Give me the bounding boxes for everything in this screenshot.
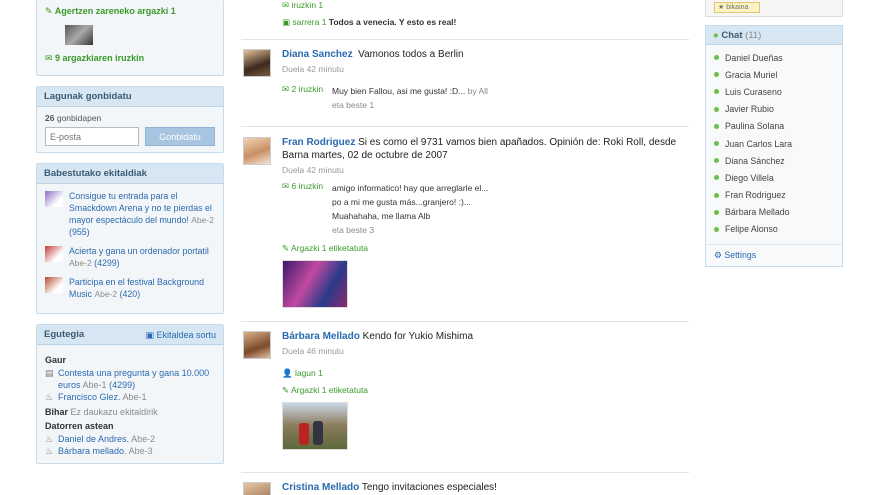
invite-count: 26 gonbidapen <box>45 113 102 123</box>
sponsored-event[interactable]: Consigue tu entrada para el Smackdown Ar… <box>45 190 215 238</box>
online-icon: ● <box>713 30 719 41</box>
online-status-icon <box>714 209 719 215</box>
online-status-icon <box>714 141 719 147</box>
chat-user[interactable]: Daniel Dueñas <box>714 49 834 66</box>
next-week-label: Datorren astean <box>45 421 114 431</box>
comment-count-link[interactable]: ✉ 6 iruzkin <box>282 181 332 237</box>
chat-user[interactable]: Fran Rodriguez <box>714 187 834 204</box>
post-time: Duela 42 minutu <box>282 64 344 74</box>
chat-user[interactable]: Gracia Muriel <box>714 66 834 83</box>
online-status-icon <box>714 175 719 181</box>
online-status-icon <box>714 158 719 164</box>
chat-box: ● Chat (11) Daniel Dueñas Gracia Muriel Lu… <box>705 25 843 268</box>
calendar-event[interactable]: ♨ Daniel de Andres. Abe-2 <box>45 433 215 445</box>
appears-in-photo-link[interactable]: ✎ Agertzen zareneko argazki 1 <box>45 6 215 17</box>
post-title: Diana Sanchez Vamonos todos a Berlin <box>282 49 464 60</box>
online-status-icon <box>714 226 719 232</box>
online-status-icon <box>714 192 719 198</box>
chat-settings-link[interactable]: ⚙ Settings <box>706 244 842 266</box>
photo-thumbnail[interactable] <box>65 25 93 45</box>
sponsored-events-title: Babestutako ekitaldiak <box>37 164 223 184</box>
calendar-event[interactable]: ♨ Bárbara mellado. Abe-3 <box>45 445 215 457</box>
comment-preview: amigo informatico! hay que arreglarle el… <box>332 183 489 235</box>
email-field[interactable] <box>45 127 139 146</box>
avatar[interactable] <box>243 49 271 77</box>
chat-user[interactable]: Felipe Alonso <box>714 221 834 238</box>
feed-item: Bárbara Mellado Kendo for Yukio Mishima … <box>241 322 689 473</box>
chat-user[interactable]: Luis Curaseno <box>714 83 834 100</box>
chat-user[interactable]: Juan Carlos Lara <box>714 135 834 152</box>
feed-item: ✉ iruzkin 1 ▣ sarrera 1 Todos a venecia.… <box>241 0 689 40</box>
photo-thumbnail[interactable] <box>282 402 348 450</box>
post-title: Bárbara Mellado Kendo for Yukio Mishima <box>282 331 474 342</box>
birthday-icon: ♨ <box>45 446 54 456</box>
post-time: Duela 42 minutu <box>282 165 344 175</box>
comment-preview: Muy bien Fallou, asi me gusta! :D... by … <box>332 86 488 110</box>
tagged-photo-link[interactable]: ✎ Argazki 1 etiketatuta <box>282 243 689 254</box>
online-status-icon <box>714 55 719 61</box>
event-icon <box>45 191 63 207</box>
activity-feed: ✉ iruzkin 1 ▣ sarrera 1 Todos a venecia.… <box>241 0 689 495</box>
feed-item: Cristina Mellado Tengo invitaciones espe… <box>241 473 689 495</box>
invite-button[interactable]: Gonbidatu <box>145 127 215 146</box>
birthday-icon: ♨ <box>45 392 54 402</box>
online-status-icon <box>714 89 719 95</box>
tomorrow-label: Bihar Ez daukazu ekitaldirik <box>45 407 158 417</box>
event-icon <box>45 277 63 293</box>
online-status-icon <box>714 123 719 129</box>
chat-user[interactable]: Bárbara Mellado <box>714 204 834 221</box>
left-column: ✎ Agertzen zareneko argazki 1 ✉ 9 argazk… <box>36 0 224 474</box>
gear-icon: ⚙ <box>714 250 722 261</box>
sponsored-event[interactable]: Acierta y gana un ordenador portatil Abe… <box>45 245 215 269</box>
event-icon <box>45 246 63 262</box>
author-link[interactable]: Fran Rodriguez <box>282 137 355 148</box>
comment-count-link[interactable]: ✉ iruzkin 1 <box>282 0 689 11</box>
birthday-icon: ♨ <box>45 434 54 444</box>
entry-link[interactable]: ▣ sarrera 1 <box>282 17 326 27</box>
avatar[interactable] <box>243 331 271 359</box>
online-status-icon <box>714 106 719 112</box>
photo-thumbnail[interactable] <box>282 260 348 308</box>
chat-user[interactable]: Diego Villela <box>714 169 834 186</box>
right-column: ★ bikaina ● Chat (11) Daniel Dueñas Graci… <box>705 0 843 268</box>
author-link[interactable]: Diana Sanchez <box>282 49 353 60</box>
calendar-box: Egutegia ▣ Ekitaldea sortu Gaur ▤ Contest… <box>36 324 224 464</box>
sponsored-events-box: Babestutako ekitaldiak Consigue tu entra… <box>36 163 224 314</box>
chat-title[interactable]: ● Chat (11) <box>706 26 842 45</box>
invite-friends-title: Lagunak gonbidatu <box>37 87 223 107</box>
avatar[interactable] <box>243 137 271 165</box>
star-button[interactable]: ★ bikaina <box>714 2 760 13</box>
friend-link[interactable]: 👤 lagun 1 <box>282 368 689 379</box>
chat-user[interactable]: Diana Sánchez <box>714 152 834 169</box>
photo-summary-box: ✎ Agertzen zareneko argazki 1 ✉ 9 argazk… <box>36 0 224 76</box>
author-link[interactable]: Cristina Mellado <box>282 482 359 493</box>
post-time: Duela 46 minutu <box>282 346 344 356</box>
photo-comments-link[interactable]: ✉ 9 argazkiaren iruzkin <box>45 53 215 64</box>
comment-count-link[interactable]: ✉ 2 iruzkin <box>282 84 332 112</box>
tagged-photo-link[interactable]: ✎ Argazki 1 etiketatuta <box>282 385 689 396</box>
today-label: Gaur <box>45 355 67 365</box>
calendar-icon: ▤ <box>45 368 54 378</box>
create-event-link[interactable]: ▣ Ekitaldea sortu <box>145 325 216 344</box>
author-link[interactable]: Bárbara Mellado <box>282 331 360 342</box>
feed-item: Fran Rodriguez Si es como el 9731 vamos … <box>241 127 689 322</box>
feed-item: Diana Sanchez Vamonos todos a Berlin Due… <box>241 40 689 127</box>
calendar-event[interactable]: ♨ Francisco Glez. Abe-1 <box>45 391 215 403</box>
entry-line: ▣ sarrera 1 Todos a venecia. Y esto es r… <box>282 17 457 27</box>
calendar-event[interactable]: ▤ Contesta una pregunta y gana 10.000 eur… <box>45 367 215 391</box>
sponsored-event[interactable]: Participa en el festival Background Musi… <box>45 276 215 300</box>
post-title: Cristina Mellado Tengo invitaciones espe… <box>282 482 497 493</box>
avatar[interactable] <box>243 482 271 495</box>
chat-user[interactable]: Javier Rubio <box>714 101 834 118</box>
chat-user[interactable]: Paulina Solana <box>714 118 834 135</box>
top-widget: ★ bikaina <box>705 0 843 17</box>
invite-friends-box: Lagunak gonbidatu 26 gonbidapen Gonbidat… <box>36 86 224 153</box>
online-status-icon <box>714 72 719 78</box>
calendar-title: Egutegia ▣ Ekitaldea sortu <box>37 325 223 345</box>
post-title: Fran Rodriguez Si es como el 9731 vamos … <box>282 137 677 161</box>
